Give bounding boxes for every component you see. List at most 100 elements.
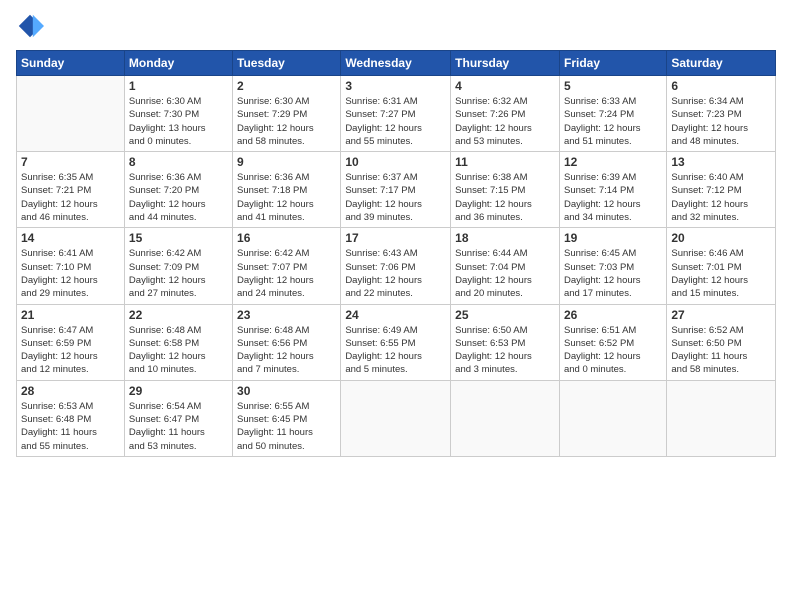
day-info: Sunrise: 6:49 AM Sunset: 6:55 PM Dayligh… xyxy=(345,324,446,377)
day-info: Sunrise: 6:35 AM Sunset: 7:21 PM Dayligh… xyxy=(21,171,120,224)
day-number: 24 xyxy=(345,308,446,322)
week-row-4: 28Sunrise: 6:53 AM Sunset: 6:48 PM Dayli… xyxy=(17,380,776,456)
day-number: 22 xyxy=(129,308,228,322)
day-header-thursday: Thursday xyxy=(451,51,560,76)
day-number: 26 xyxy=(564,308,662,322)
calendar-cell: 27 Sunrise: 6:52 AM Sunset: 6:50 PM Dayli… xyxy=(667,304,776,380)
day-number: 3 xyxy=(345,79,446,93)
calendar-header: SundayMondayTuesdayWednesdayThursdayFrid… xyxy=(17,51,776,76)
day-number: 7 xyxy=(21,155,120,169)
day-info: Sunrise: 6:45 AM Sunset: 7:03 PM Dayligh… xyxy=(564,247,662,300)
day-info: Sunrise: 6:48 AM Sunset: 6:58 PM Dayligh… xyxy=(129,324,228,377)
page: SundayMondayTuesdayWednesdayThursdayFrid… xyxy=(0,0,792,612)
calendar-cell: 29Sunrise: 6:54 AM Sunset: 6:47 PM Dayli… xyxy=(124,380,232,456)
calendar-cell: 9 Sunrise: 6:36 AM Sunset: 7:18 PM Daylig… xyxy=(233,152,341,228)
day-info: Sunrise: 6:47 AM Sunset: 6:59 PM Dayligh… xyxy=(21,324,120,377)
day-number: 4 xyxy=(455,79,555,93)
day-info: Sunrise: 6:50 AM Sunset: 6:53 PM Dayligh… xyxy=(455,324,555,377)
day-info: Sunrise: 6:32 AM Sunset: 7:26 PM Dayligh… xyxy=(455,95,555,148)
calendar-cell: 1 Sunrise: 6:30 AM Sunset: 7:30 PM Daylig… xyxy=(124,76,232,152)
calendar-cell: 5 Sunrise: 6:33 AM Sunset: 7:24 PM Daylig… xyxy=(559,76,666,152)
week-row-0: 1 Sunrise: 6:30 AM Sunset: 7:30 PM Daylig… xyxy=(17,76,776,152)
day-header-friday: Friday xyxy=(559,51,666,76)
day-header-saturday: Saturday xyxy=(667,51,776,76)
day-number: 28 xyxy=(21,384,120,398)
day-number: 6 xyxy=(671,79,771,93)
calendar-cell: 22 Sunrise: 6:48 AM Sunset: 6:58 PM Dayli… xyxy=(124,304,232,380)
day-info: Sunrise: 6:43 AM Sunset: 7:06 PM Dayligh… xyxy=(345,247,446,300)
day-number: 9 xyxy=(237,155,336,169)
day-number: 27 xyxy=(671,308,771,322)
day-header-wednesday: Wednesday xyxy=(341,51,451,76)
calendar-cell: 4 Sunrise: 6:32 AM Sunset: 7:26 PM Daylig… xyxy=(451,76,560,152)
day-number: 18 xyxy=(455,231,555,245)
day-number: 5 xyxy=(564,79,662,93)
day-number: 16 xyxy=(237,231,336,245)
day-info: Sunrise: 6:46 AM Sunset: 7:01 PM Dayligh… xyxy=(671,247,771,300)
day-number: 23 xyxy=(237,308,336,322)
day-info: Sunrise: 6:36 AM Sunset: 7:18 PM Dayligh… xyxy=(237,171,336,224)
calendar-cell xyxy=(17,76,125,152)
day-number: 20 xyxy=(671,231,771,245)
calendar-cell: 30 Sunrise: 6:55 AM Sunset: 6:45 PM Dayli… xyxy=(233,380,341,456)
day-number: 17 xyxy=(345,231,446,245)
calendar-cell: 26Sunrise: 6:51 AM Sunset: 6:52 PM Dayli… xyxy=(559,304,666,380)
day-info: Sunrise: 6:55 AM Sunset: 6:45 PM Dayligh… xyxy=(237,400,336,453)
calendar-cell: 28Sunrise: 6:53 AM Sunset: 6:48 PM Dayli… xyxy=(17,380,125,456)
day-info: Sunrise: 6:41 AM Sunset: 7:10 PM Dayligh… xyxy=(21,247,120,300)
day-info: Sunrise: 6:30 AM Sunset: 7:30 PM Dayligh… xyxy=(129,95,228,148)
day-number: 21 xyxy=(21,308,120,322)
calendar-cell: 21 Sunrise: 6:47 AM Sunset: 6:59 PM Dayli… xyxy=(17,304,125,380)
day-number: 30 xyxy=(237,384,336,398)
day-info: Sunrise: 6:31 AM Sunset: 7:27 PM Dayligh… xyxy=(345,95,446,148)
day-number: 29 xyxy=(129,384,228,398)
calendar-cell: 20 Sunrise: 6:46 AM Sunset: 7:01 PM Dayli… xyxy=(667,228,776,304)
calendar-cell: 25 Sunrise: 6:50 AM Sunset: 6:53 PM Dayli… xyxy=(451,304,560,380)
calendar-cell: 23 Sunrise: 6:48 AM Sunset: 6:56 PM Dayli… xyxy=(233,304,341,380)
day-info: Sunrise: 6:52 AM Sunset: 6:50 PM Dayligh… xyxy=(671,324,771,377)
day-info: Sunrise: 6:33 AM Sunset: 7:24 PM Dayligh… xyxy=(564,95,662,148)
day-info: Sunrise: 6:40 AM Sunset: 7:12 PM Dayligh… xyxy=(671,171,771,224)
calendar-cell: 17 Sunrise: 6:43 AM Sunset: 7:06 PM Dayli… xyxy=(341,228,451,304)
calendar-cell xyxy=(341,380,451,456)
calendar-cell xyxy=(559,380,666,456)
calendar-cell: 6 Sunrise: 6:34 AM Sunset: 7:23 PM Daylig… xyxy=(667,76,776,152)
calendar-cell: 7 Sunrise: 6:35 AM Sunset: 7:21 PM Daylig… xyxy=(17,152,125,228)
day-number: 12 xyxy=(564,155,662,169)
calendar-cell: 19 Sunrise: 6:45 AM Sunset: 7:03 PM Dayli… xyxy=(559,228,666,304)
calendar-cell: 11Sunrise: 6:38 AM Sunset: 7:15 PM Dayli… xyxy=(451,152,560,228)
calendar-cell: 24 Sunrise: 6:49 AM Sunset: 6:55 PM Dayli… xyxy=(341,304,451,380)
week-row-2: 14Sunrise: 6:41 AM Sunset: 7:10 PM Dayli… xyxy=(17,228,776,304)
calendar-cell: 2 Sunrise: 6:30 AM Sunset: 7:29 PM Daylig… xyxy=(233,76,341,152)
day-number: 13 xyxy=(671,155,771,169)
header xyxy=(16,12,776,40)
week-row-3: 21 Sunrise: 6:47 AM Sunset: 6:59 PM Dayli… xyxy=(17,304,776,380)
day-header-sunday: Sunday xyxy=(17,51,125,76)
calendar-cell xyxy=(451,380,560,456)
day-header-tuesday: Tuesday xyxy=(233,51,341,76)
logo xyxy=(16,12,50,40)
day-number: 2 xyxy=(237,79,336,93)
calendar-cell: 3 Sunrise: 6:31 AM Sunset: 7:27 PM Daylig… xyxy=(341,76,451,152)
day-info: Sunrise: 6:48 AM Sunset: 6:56 PM Dayligh… xyxy=(237,324,336,377)
calendar-cell xyxy=(667,380,776,456)
day-number: 11 xyxy=(455,155,555,169)
day-info: Sunrise: 6:30 AM Sunset: 7:29 PM Dayligh… xyxy=(237,95,336,148)
day-info: Sunrise: 6:36 AM Sunset: 7:20 PM Dayligh… xyxy=(129,171,228,224)
calendar-cell: 10Sunrise: 6:37 AM Sunset: 7:17 PM Dayli… xyxy=(341,152,451,228)
calendar-cell: 13 Sunrise: 6:40 AM Sunset: 7:12 PM Dayli… xyxy=(667,152,776,228)
calendar-cell: 18 Sunrise: 6:44 AM Sunset: 7:04 PM Dayli… xyxy=(451,228,560,304)
day-number: 19 xyxy=(564,231,662,245)
day-number: 25 xyxy=(455,308,555,322)
calendar-cell: 8 Sunrise: 6:36 AM Sunset: 7:20 PM Daylig… xyxy=(124,152,232,228)
day-number: 1 xyxy=(129,79,228,93)
calendar-cell: 14Sunrise: 6:41 AM Sunset: 7:10 PM Dayli… xyxy=(17,228,125,304)
day-info: Sunrise: 6:44 AM Sunset: 7:04 PM Dayligh… xyxy=(455,247,555,300)
day-number: 8 xyxy=(129,155,228,169)
day-info: Sunrise: 6:34 AM Sunset: 7:23 PM Dayligh… xyxy=(671,95,771,148)
calendar-body: 1 Sunrise: 6:30 AM Sunset: 7:30 PM Daylig… xyxy=(17,76,776,457)
day-headers-row: SundayMondayTuesdayWednesdayThursdayFrid… xyxy=(17,51,776,76)
day-number: 15 xyxy=(129,231,228,245)
day-number: 10 xyxy=(345,155,446,169)
day-info: Sunrise: 6:42 AM Sunset: 7:09 PM Dayligh… xyxy=(129,247,228,300)
